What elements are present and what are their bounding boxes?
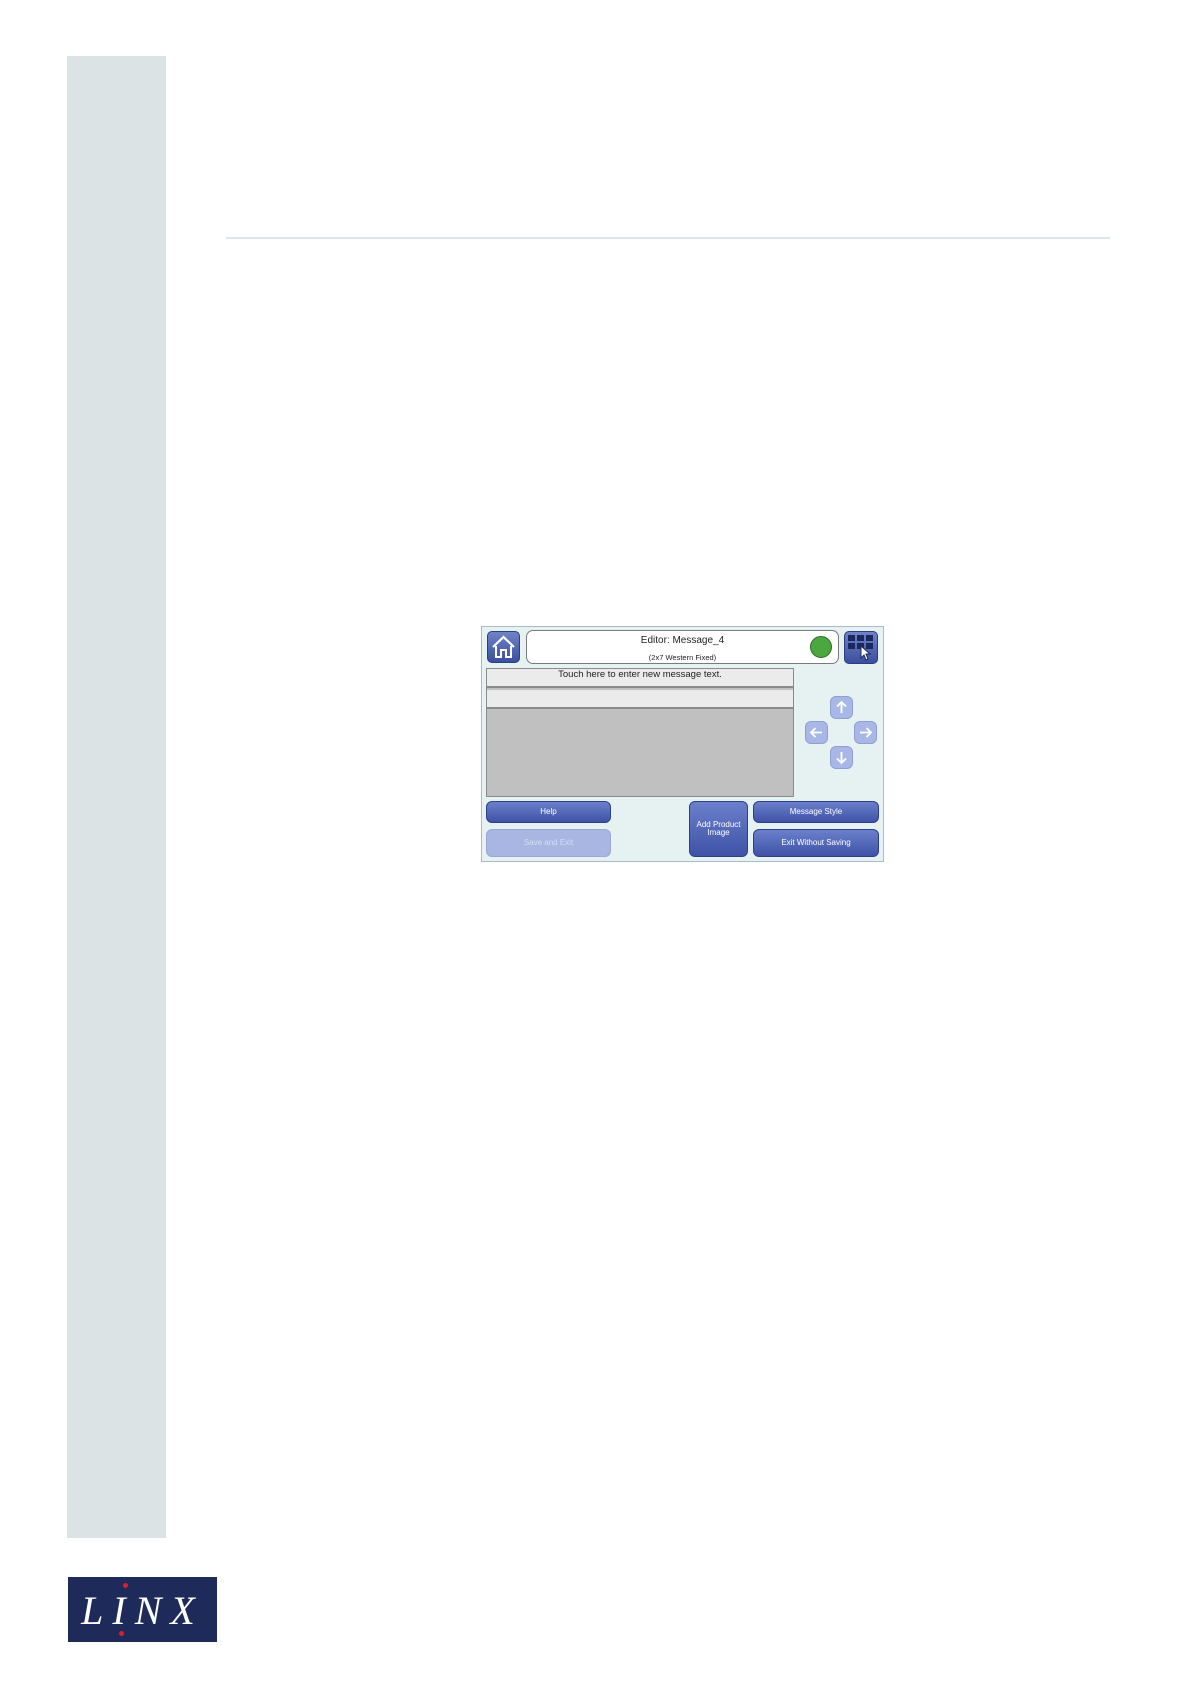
text-entry-hint: Touch here to enter new message text.: [558, 669, 722, 680]
arrow-up-button[interactable]: [830, 696, 853, 719]
logo-dot-top: [123, 1583, 128, 1588]
arrow-left-icon: [809, 727, 822, 738]
editor-title-bar: Editor: Message_4 (2x7 Western Fixed): [526, 630, 839, 664]
printer-editor-screenshot: Editor: Message_4 (2x7 Western Fixed) To…: [481, 626, 884, 862]
arrow-left-button[interactable]: [805, 721, 828, 744]
arrow-right-icon: [860, 727, 873, 738]
grid-menu-icon: [848, 635, 873, 661]
status-indicator: [810, 636, 832, 658]
home-button[interactable]: [487, 631, 520, 663]
menu-button[interactable]: [844, 631, 878, 664]
arrow-right-button[interactable]: [854, 721, 877, 744]
arrow-down-icon: [836, 752, 847, 765]
exit-without-saving-button[interactable]: Exit Without Saving: [753, 829, 879, 857]
header-divider: [226, 237, 1110, 239]
save-and-exit-button[interactable]: Save and Exit: [486, 829, 611, 857]
editor-title: Editor: Message_4: [640, 635, 725, 646]
linx-logo: LINX: [68, 1577, 217, 1642]
logo-wordmark: LINX: [81, 1588, 204, 1633]
sidebar-band: [67, 56, 166, 1538]
add-product-image-button[interactable]: Add Product Image: [689, 801, 748, 857]
arrow-up-icon: [836, 700, 847, 713]
message-line-2[interactable]: [487, 690, 793, 709]
help-button[interactable]: Help: [486, 801, 611, 823]
message-text-area[interactable]: Touch here to enter new message text.: [486, 668, 794, 797]
message-style-button[interactable]: Message Style: [753, 801, 879, 823]
message-line-1[interactable]: Touch here to enter new message text.: [487, 669, 793, 688]
arrow-down-button[interactable]: [830, 746, 853, 769]
logo-dot-bottom: [119, 1631, 124, 1636]
add-image-label-line2: Image: [707, 828, 730, 837]
editor-subtitle: (2x7 Western Fixed): [648, 653, 717, 662]
home-icon: [492, 635, 515, 658]
